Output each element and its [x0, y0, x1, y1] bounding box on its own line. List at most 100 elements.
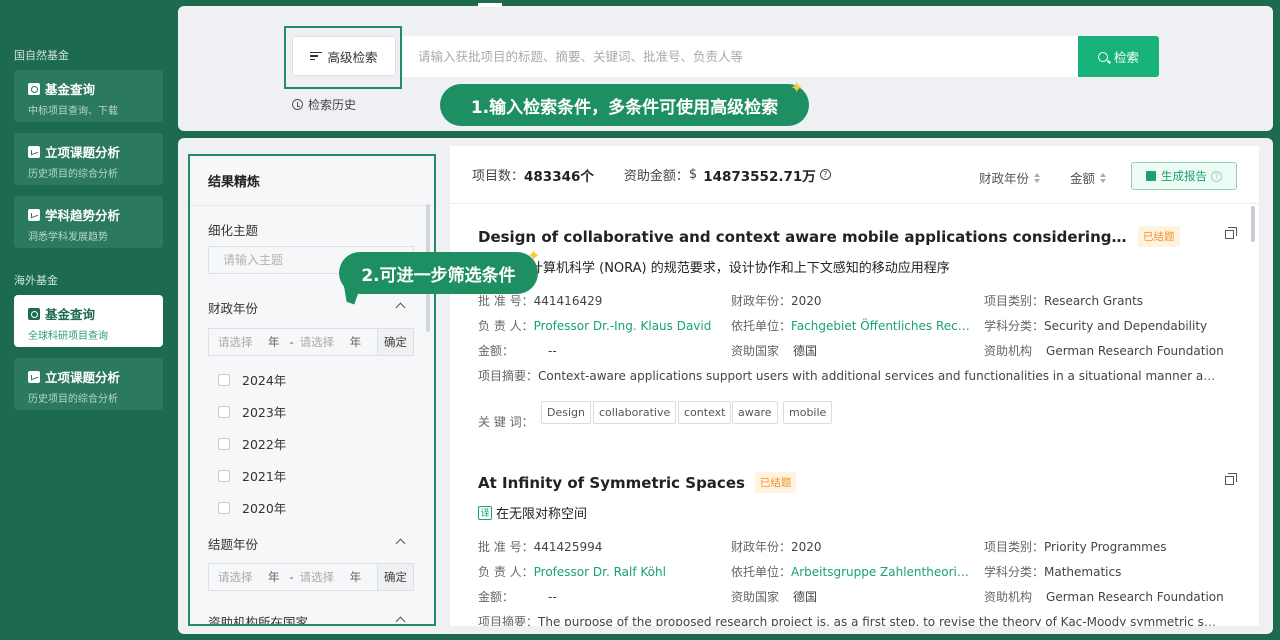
chevron-up-icon[interactable]: [395, 616, 406, 624]
nav-sub: 历史项目的综合分析: [28, 169, 118, 180]
field-value: Mathematics: [1044, 565, 1122, 579]
filter-title: 结果精炼: [190, 156, 434, 206]
keyword-tag[interactable]: context: [678, 401, 732, 424]
keyword-tag[interactable]: mobile: [783, 401, 833, 424]
results-panel: 项目数： 483346个 资助金额： $ 14873552.71万 ? 财政年份…: [450, 146, 1259, 626]
help-icon[interactable]: ?: [819, 169, 831, 180]
pi-link[interactable]: Professor Dr. Ralf Köhl: [534, 565, 666, 579]
field-country: 资助国家 德国: [731, 342, 817, 359]
field-label: 资助机构: [984, 344, 1033, 358]
keyword-tag[interactable]: aware: [732, 401, 778, 424]
help-icon[interactable]: ?: [1211, 170, 1222, 182]
field-amount: 金额： --: [478, 588, 557, 605]
year-option[interactable]: 2020年: [218, 498, 286, 517]
field-value: 441416429: [533, 294, 603, 308]
search-history-link[interactable]: 检索历史: [292, 96, 356, 113]
result-title[interactable]: Design of collaborative and context awar…: [478, 228, 1128, 246]
sidebar-item-overseas-fund-search[interactable]: 基金查询 全球科研项目查询: [14, 295, 163, 347]
field-value: 2020: [791, 540, 822, 554]
field-value: German Research Foundation: [1046, 590, 1224, 604]
field-label: 项目类别：: [984, 294, 1045, 308]
tip-bubble-filter: 2.可进一步筛选条件: [339, 252, 538, 294]
sort-amount[interactable]: 金额: [1070, 168, 1107, 187]
org-link[interactable]: Fachgebiet Öffentliches Rec…: [791, 319, 970, 333]
end-year-label: 结题年份: [208, 537, 259, 552]
checkbox[interactable]: [218, 373, 230, 386]
tip-bubble-search: 1.输入检索条件，多条件可使用高级检索: [440, 84, 809, 126]
keyword-tag[interactable]: collaborative: [593, 401, 677, 424]
copy-icon[interactable]: [1225, 473, 1237, 485]
field-label: 负 责 人：: [478, 319, 534, 333]
field-label: 资助国家: [731, 590, 780, 604]
field-pi: 负 责 人：Professor Dr.-Ing. Klaus David: [478, 317, 711, 334]
result-title[interactable]: At Infinity of Symmetric Spaces: [478, 474, 745, 492]
search-input[interactable]: [402, 36, 1080, 77]
field-label: 批 准 号：: [478, 294, 534, 308]
field-fiscal-year: 财政年份：2020: [731, 292, 822, 309]
sort-fiscal-year[interactable]: 财政年份: [979, 168, 1041, 187]
pi-link[interactable]: Professor Dr.-Ing. Klaus David: [534, 319, 712, 333]
nav-sub: 全球科研项目查询: [28, 331, 108, 342]
field-label: 资助国家: [731, 344, 780, 358]
search-icon: [28, 82, 40, 95]
nav-title: 基金查询: [45, 82, 96, 97]
section-title-overseas: 海外基金: [14, 274, 58, 287]
field-type: 项目类别：Priority Programmes: [984, 538, 1167, 555]
field-value: 德国: [793, 590, 818, 604]
section-title-domestic: 国自然基金: [14, 49, 69, 62]
checkbox[interactable]: [218, 501, 230, 514]
year-option[interactable]: 2023年: [218, 402, 286, 421]
count-value: 483346个: [524, 168, 594, 185]
bar-chart-icon: [1146, 171, 1156, 181]
field-label: 依托单位：: [731, 319, 792, 333]
field-pi: 负 责 人：Professor Dr. Ralf Köhl: [478, 563, 666, 580]
field-label: 金额：: [478, 590, 515, 604]
translate-icon[interactable]: 译: [478, 505, 492, 520]
results-scrollbar[interactable]: [1251, 206, 1255, 242]
keyword-tag[interactable]: Design: [541, 401, 591, 424]
year-option[interactable]: 2021年: [218, 466, 286, 485]
end-year-select[interactable]: 请选择: [300, 569, 350, 585]
year-label: 2023年: [242, 405, 287, 420]
year-unit: 年: [349, 335, 362, 349]
confirm-button[interactable]: 确定: [377, 329, 413, 355]
field-value: Priority Programmes: [1044, 540, 1167, 554]
field-label: 金额：: [478, 344, 515, 358]
year-option[interactable]: 2022年: [218, 434, 286, 453]
year-unit: 年: [268, 335, 280, 349]
start-year-select[interactable]: 请选择: [218, 334, 268, 350]
nav-title: 学科趋势分析: [45, 208, 121, 223]
org-link[interactable]: Arbeitsgruppe Zahlentheori…: [791, 565, 969, 579]
search-button[interactable]: 检索: [1078, 36, 1159, 77]
field-label: 财政年份：: [731, 540, 792, 554]
result-item: Design of collaborative and context awar…: [478, 226, 1238, 276]
checkbox[interactable]: [218, 469, 230, 482]
year-option[interactable]: 2024年: [218, 370, 286, 389]
checkbox[interactable]: [218, 437, 230, 450]
chevron-up-icon[interactable]: [395, 538, 406, 549]
field-value: 德国: [793, 344, 818, 358]
field-label: 批 准 号：: [478, 540, 534, 554]
sidebar-item-domestic-fund-search[interactable]: 基金查询 中标项目查询、下载: [14, 70, 163, 122]
sidebar-item-subject-trend[interactable]: 学科趋势分析 洞悉学科发展趋势: [14, 196, 163, 248]
sidebar-item-overseas-project-analysis[interactable]: 立项课题分析 历史项目的综合分析: [14, 358, 163, 410]
advanced-search-button[interactable]: 高级检索: [292, 36, 396, 76]
field-value: Research Grants: [1044, 294, 1144, 308]
sparkle-icon: ✦: [527, 246, 541, 265]
start-year-select[interactable]: 请选择: [218, 569, 268, 585]
end-year-range: 请选择 年 - 请选择 年 确定: [208, 563, 414, 591]
line-chart-icon: [28, 370, 40, 383]
sidebar-item-domestic-project-analysis[interactable]: 立项课题分析 历史项目的综合分析: [14, 133, 163, 185]
generate-report-button[interactable]: 生成报告 ?: [1131, 162, 1237, 190]
confirm-button[interactable]: 确定: [377, 564, 413, 590]
chevron-up-icon[interactable]: [395, 302, 406, 313]
year-unit: 年: [268, 570, 280, 584]
amount-currency: $: [688, 167, 698, 182]
field-label: 学科分类：: [984, 319, 1045, 333]
copy-icon[interactable]: [1225, 227, 1237, 239]
checkbox[interactable]: [218, 405, 230, 418]
field-label: 项目类别：: [984, 540, 1045, 554]
field-abstract: 项目摘要：The purpose of the proposed researc…: [478, 613, 1220, 626]
report-label: 生成报告: [1161, 169, 1207, 183]
end-year-select[interactable]: 请选择: [300, 334, 350, 350]
